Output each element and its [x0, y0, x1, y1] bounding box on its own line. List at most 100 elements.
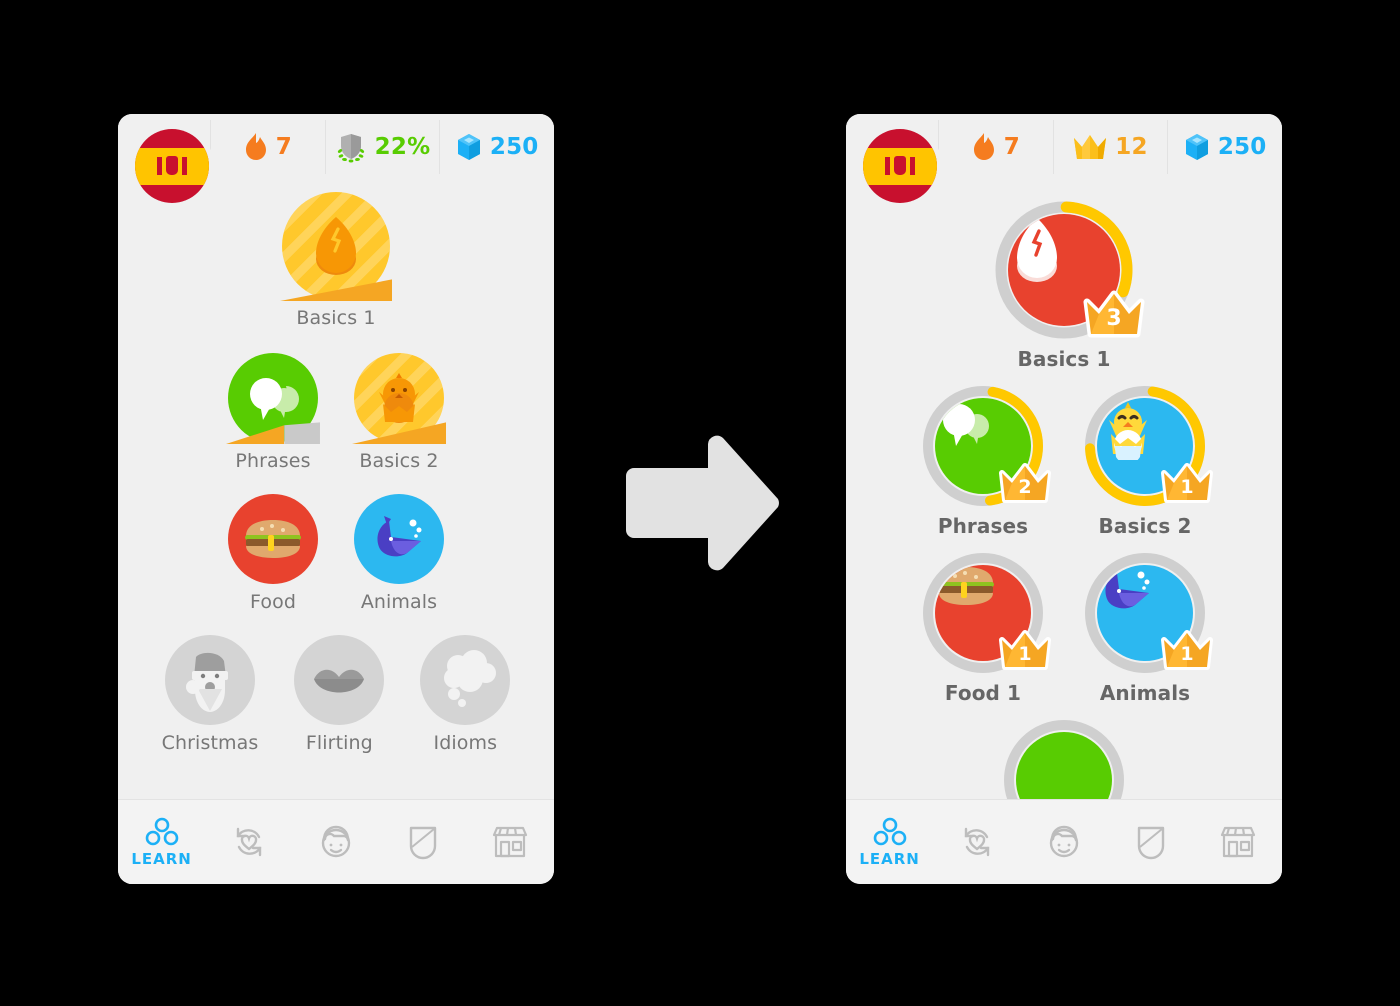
spain-flag-icon: [135, 129, 209, 203]
nav-item-shop[interactable]: [467, 825, 554, 859]
partial-skill-icon: [1004, 720, 1124, 800]
skill-ring[interactable]: 3: [994, 200, 1145, 340]
refresh-heart-icon: [236, 827, 261, 857]
learn-circles-icon: [873, 817, 906, 845]
stat-gems-value: 250: [1217, 134, 1267, 160]
skill-tree-after: 3 Basics 1 2 Phrases 1 Basics 2 1 Food 1…: [846, 180, 1282, 800]
skill-ring-partial[interactable]: [1003, 719, 1125, 800]
skill-basics-1-after[interactable]: 3 Basics 1: [994, 200, 1145, 371]
skill-bubble-locked[interactable]: [420, 635, 511, 725]
nav-label-learn: LEARN: [859, 849, 920, 868]
progress-wedge: [352, 420, 446, 444]
skill-label: Food: [250, 591, 296, 613]
stat-streak-before[interactable]: 7: [210, 114, 325, 180]
nav-item-profile[interactable]: [292, 824, 379, 860]
crown-badge: 1: [1160, 626, 1214, 670]
skill-phrases-after[interactable]: 2 Phrases: [922, 385, 1051, 538]
stat-streak-after[interactable]: 7: [938, 114, 1053, 180]
skill-label: Flirting: [305, 732, 373, 754]
skill-ring[interactable]: 1: [922, 552, 1051, 674]
phone-after: 7 12 250 3 Basics 1 2 Phrases 1 Basics 2…: [846, 114, 1282, 884]
nav-item-profile[interactable]: [1020, 824, 1107, 860]
skill-food-before[interactable]: Food: [228, 494, 318, 613]
phone-before: 7 22% 250 Basics 1 Phrases Basics 2 Food…: [118, 114, 554, 884]
nav-item-leagues[interactable]: [380, 824, 467, 860]
arrow-right-icon: [626, 435, 779, 571]
skill-animals-before[interactable]: Animals: [354, 494, 444, 613]
nav-item-shop[interactable]: [1195, 825, 1282, 859]
skill-label: Basics 2: [359, 450, 439, 472]
flame-icon: [973, 133, 994, 160]
lips-icon: [314, 669, 365, 693]
nav-label-learn: LEARN: [131, 849, 192, 868]
crown-count: 2: [1018, 476, 1032, 498]
stat-shield-value: 22%: [374, 134, 431, 160]
skill-label: Basics 2: [1098, 514, 1192, 538]
progress-wedge: [280, 277, 392, 301]
language-flag-button-after[interactable]: [858, 124, 942, 208]
skill-basics-2-after[interactable]: 1 Basics 2: [1084, 385, 1213, 538]
skill-row: 1 Food 1 1 Animals: [846, 552, 1282, 705]
gem-icon: [457, 134, 480, 160]
skill-christmas-before[interactable]: Christmas: [162, 635, 259, 754]
crown-count: 1: [1018, 643, 1032, 665]
refresh-heart-icon: [964, 827, 989, 857]
skill-label: Christmas: [161, 732, 259, 754]
bottom-nav-before: LEARN: [118, 799, 554, 884]
crown-badge: 2: [998, 459, 1052, 503]
stat-streak-value: 7: [1003, 134, 1020, 160]
nav-item-learn[interactable]: LEARN: [118, 817, 205, 868]
skill-phrases-before[interactable]: Phrases: [226, 353, 320, 472]
nav-item-practice[interactable]: [205, 824, 292, 860]
nav-item-practice[interactable]: [933, 824, 1020, 860]
skill-label: Basics 1: [1017, 347, 1111, 371]
skill-label: Animals: [1099, 681, 1191, 705]
skill-flirting-before[interactable]: Flirting: [294, 635, 385, 754]
store-icon: [1221, 826, 1256, 858]
skill-food-1-after[interactable]: 1 Food 1: [922, 552, 1051, 705]
skill-idioms-before[interactable]: Idioms: [420, 635, 511, 754]
skill-bubble-locked[interactable]: [164, 635, 255, 725]
skill-row: Food Animals: [118, 494, 554, 613]
skill-row-locked: Christmas Flirting Idioms: [118, 635, 554, 754]
whale-icon: [354, 494, 444, 584]
skill-basics-1-before[interactable]: Basics 1: [280, 192, 392, 329]
crown-badge: 1: [1160, 459, 1214, 503]
skill-bubble[interactable]: [280, 192, 392, 301]
flame-icon: [245, 133, 266, 160]
skill-tree-before: Basics 1 Phrases Basics 2 Food Animals C…: [118, 180, 554, 800]
shield-icon: [410, 826, 437, 860]
skill-bubble[interactable]: [226, 353, 320, 444]
thought-cloud-icon: [444, 650, 497, 707]
skill-bubble[interactable]: [228, 494, 318, 584]
stat-shield-before[interactable]: 22%: [324, 114, 440, 180]
stat-crowns-value: 12: [1115, 134, 1148, 160]
skill-partial-after[interactable]: [1003, 719, 1125, 800]
skill-label: Phrases: [235, 450, 311, 472]
burger-icon: [228, 494, 318, 584]
nav-item-learn[interactable]: LEARN: [846, 817, 933, 868]
skill-ring[interactable]: 2: [922, 385, 1051, 507]
gem-icon: [1185, 134, 1208, 160]
skill-bubble[interactable]: [354, 494, 444, 584]
nav-item-leagues[interactable]: [1108, 824, 1195, 860]
crown-icon: [1074, 135, 1107, 159]
crown-badge: 3: [1082, 286, 1146, 338]
skill-ring[interactable]: 1: [1084, 552, 1213, 674]
skill-bubble-locked[interactable]: [294, 635, 385, 725]
skill-basics-2-before[interactable]: Basics 2: [352, 353, 446, 472]
crown-count: 1: [1180, 643, 1194, 665]
stat-gems-before[interactable]: 250: [439, 114, 554, 180]
face-icon: [1049, 825, 1079, 858]
skill-ring[interactable]: 1: [1084, 385, 1213, 507]
stat-gems-after[interactable]: 250: [1167, 114, 1282, 180]
shield-laurel-icon: [337, 134, 364, 163]
language-flag-button-before[interactable]: [130, 124, 214, 208]
skill-bubble[interactable]: [352, 353, 446, 444]
stat-crowns-after[interactable]: 12: [1052, 114, 1168, 180]
stat-streak-value: 7: [275, 134, 292, 160]
skill-row: Phrases Basics 2: [118, 353, 554, 472]
skill-animals-after[interactable]: 1 Animals: [1084, 552, 1213, 705]
stat-gems-value: 250: [489, 134, 539, 160]
skill-label: Basics 1: [296, 307, 376, 329]
